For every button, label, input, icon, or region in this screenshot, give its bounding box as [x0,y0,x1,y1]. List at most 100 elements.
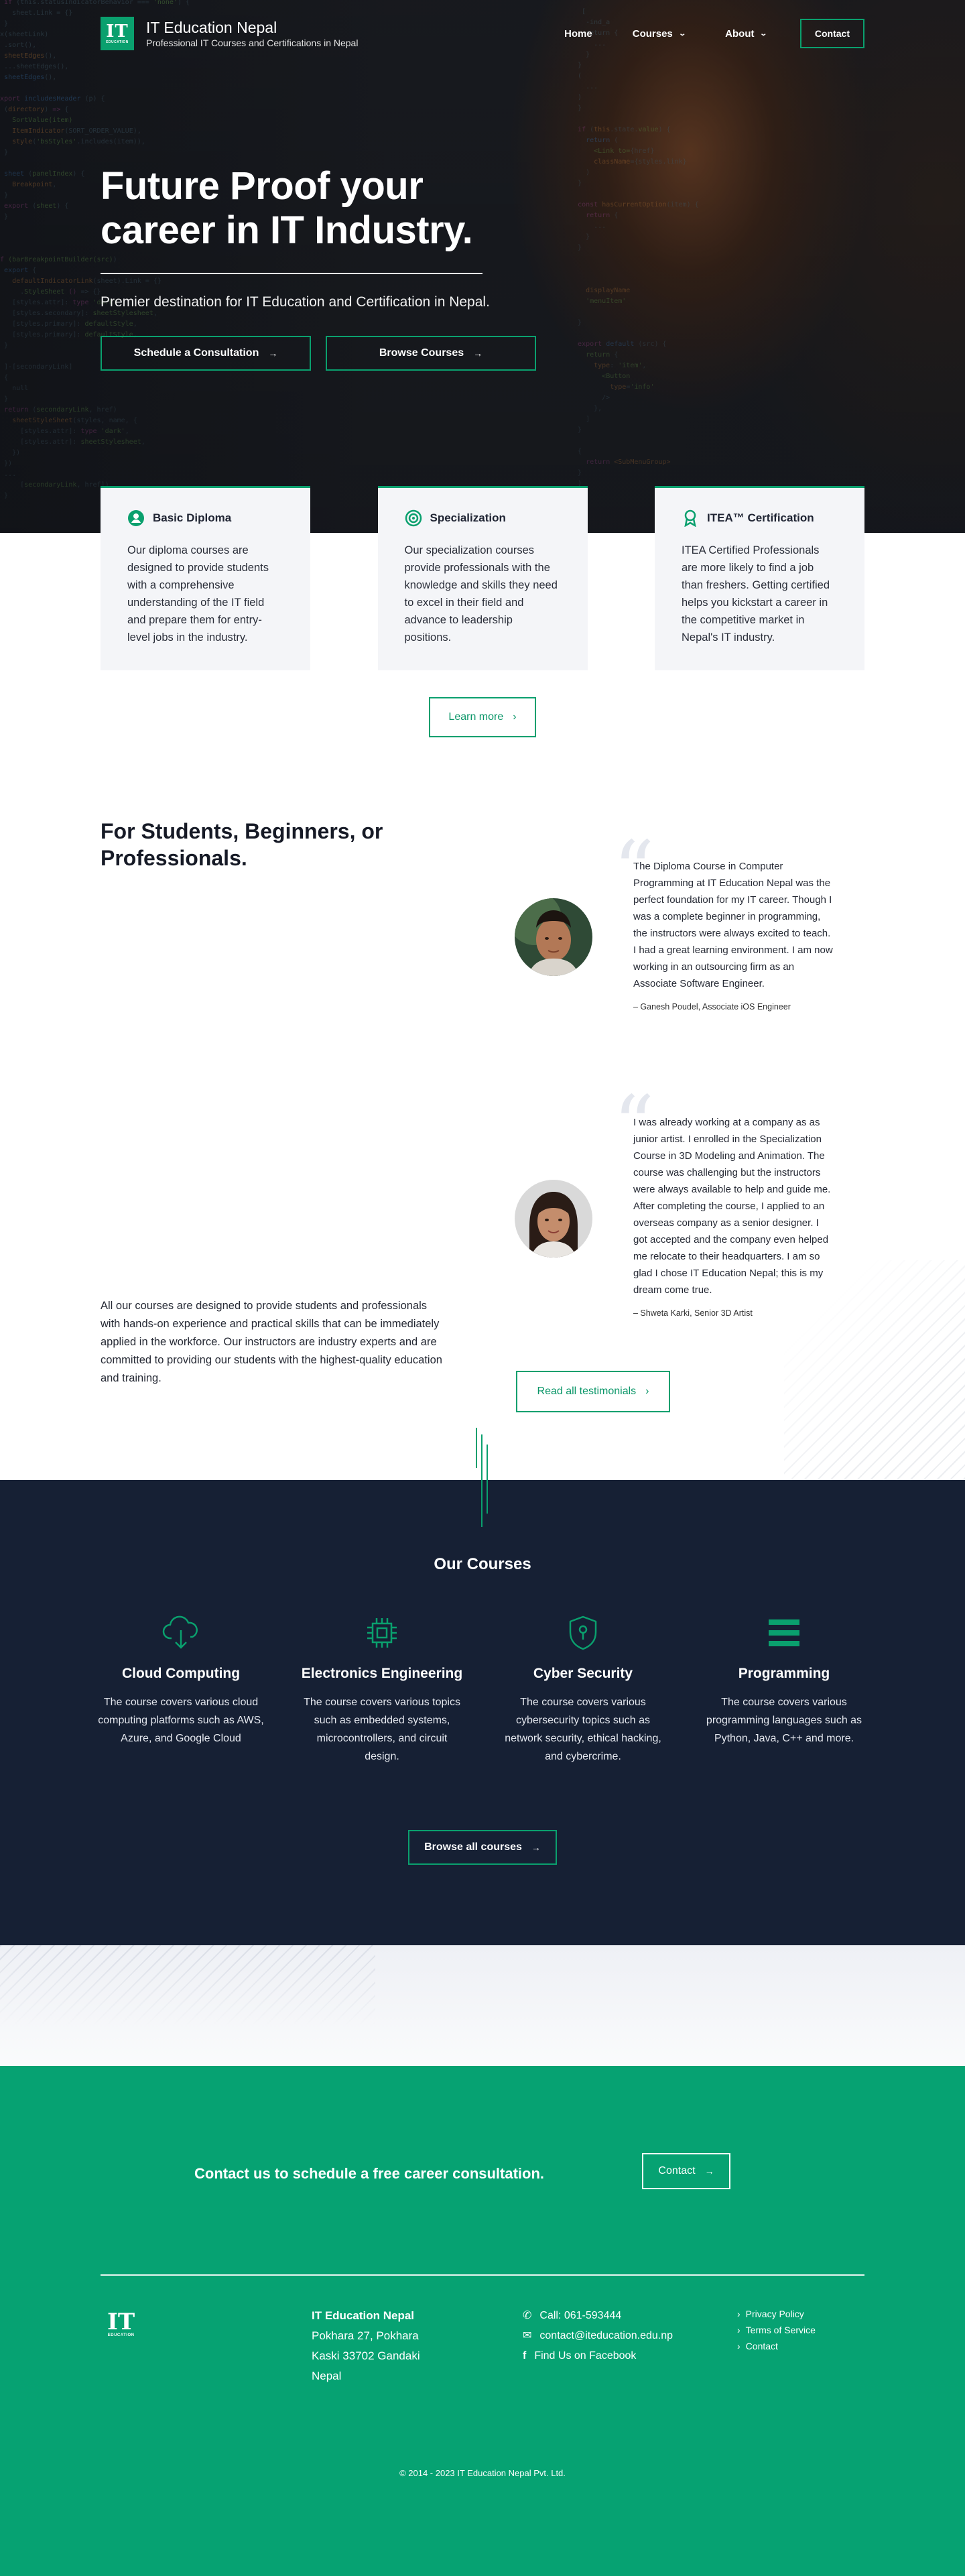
footer: Contact us to schedule a free career con… [0,2066,965,2576]
course-name: Cloud Computing [121,1666,241,1681]
testimonial-author: – Ganesh Poudel, Associate iOS Engineer [633,1002,791,1011]
arrow-right-icon: → [473,348,483,359]
footer-link-contact[interactable]: › Contact [737,2338,816,2354]
testimonial-text: The Diploma Course in Computer Programmi… [633,861,833,989]
course-name: Cyber Security [533,1666,633,1681]
feature-text: Our specialization courses provide profe… [404,544,558,643]
target-icon [405,509,422,527]
course-cloud-computing[interactable]: Cloud Computing The course covers variou… [97,1614,265,1747]
nav-about-label: About [725,27,755,40]
arrow-right-icon: → [704,2166,714,2176]
course-name: Electronics Engineering [301,1666,463,1681]
course-description: The course covers various programming la… [706,1697,862,1744]
decorative-line [487,1480,488,1514]
browse-courses-label: Browse Courses [379,347,464,359]
brand: IT Education Nepal Professional IT Cours… [146,19,358,48]
course-name: Programming [738,1666,830,1681]
chevron-down-icon: ⌄ [759,29,768,38]
footer-phone[interactable]: ✆ Call: 061-593444 [523,2306,673,2326]
footer-contact-button[interactable]: Contact → [642,2153,730,2189]
footer-link-terms[interactable]: › Terms of Service [737,2322,816,2338]
course-electronics-engineering[interactable]: Electronics Engineering The course cover… [298,1614,466,1766]
logo-sub: EDUCATION [106,40,129,44]
arrow-right-icon: → [268,348,278,359]
learn-more-button[interactable]: Learn more › [429,697,536,737]
chevron-right-icon: › [737,2325,741,2335]
cloud-download-icon [97,1614,265,1652]
testimonial-1: The Diploma Course in Computer Programmi… [633,858,834,1016]
link-label: Terms of Service [745,2325,816,2335]
browse-courses-button[interactable]: Browse Courses → [326,336,536,371]
user-circle-icon [127,509,145,527]
avatar-shweta [515,1180,592,1258]
footer-logo-sub: EDUCATION [107,2333,135,2337]
menu-bars-icon [700,1614,868,1652]
footer-link-privacy[interactable]: › Privacy Policy [737,2306,816,2322]
footer-logo[interactable]: IT EDUCATION [107,2311,135,2337]
mail-icon: ✉ [523,2330,532,2341]
footer-cta-text: Contact us to schedule a free career con… [194,2165,545,2182]
chevron-right-icon: › [645,1386,649,1397]
facebook-text: Find Us on Facebook [534,2350,637,2362]
decorative-band [0,1945,965,2066]
browse-all-label: Browse all courses [424,1841,522,1853]
footer-links: › Privacy Policy › Terms of Service › Conta… [737,2306,816,2354]
read-all-label: Read all testimonials [537,1386,637,1397]
chevron-right-icon: › [737,2341,741,2351]
chevron-right-icon: › [513,711,517,723]
brand-name[interactable]: IT Education Nepal [146,19,358,36]
phone-text: Call: 061-593444 [539,2310,622,2321]
phone-icon: ✆ [523,2310,532,2321]
courses-section: Our Courses Cloud Computing The course c… [0,1480,965,1945]
hero-section: if (this.statusIndicatorBehavior === 'no… [0,0,965,533]
footer-divider [101,2274,864,2276]
courses-about-text: All our courses are designed to provide … [101,1300,442,1384]
footer-contact-label: Contact [658,2165,696,2176]
read-all-testimonials-button[interactable]: Read all testimonials › [516,1371,670,1412]
nav-courses[interactable]: Courses ⌄ [632,27,686,40]
feature-card-basic-diploma: Basic Diploma Our diploma courses are de… [101,486,310,670]
course-programming[interactable]: Programming The course covers various pr… [700,1614,868,1747]
award-icon [682,509,699,527]
site-logo[interactable]: IT EDUCATION [101,17,134,50]
avatar-ganesh [515,898,592,976]
testimonials-heading: For Students, Beginners, or Professional… [101,819,383,870]
hero-content: Future Proof your career in IT Industry.… [101,164,536,371]
nav-about[interactable]: About ⌄ [725,28,767,40]
feature-title: Specialization [430,511,506,524]
shield-lock-icon [499,1614,667,1652]
feature-text: Our diploma courses are designed to prov… [127,544,269,643]
link-label: Privacy Policy [745,2309,804,2319]
hero-title: Future Proof your career in IT Industry. [101,164,473,252]
top-navigation: IT EDUCATION IT Education Nepal Professi… [101,15,864,52]
link-label: Contact [745,2341,778,2351]
nav-contact-button[interactable]: Contact [799,19,864,48]
address-line: Pokhara 27, Pokhara [312,2329,419,2342]
footer-email[interactable]: ✉ contact@iteducation.edu.np [523,2326,673,2346]
feature-card-specialization: Specialization Our specialization course… [377,486,588,670]
schedule-consultation-label: Schedule a Consultation [133,347,259,359]
footer-address: IT Education Nepal Pokhara 27, Pokhara K… [312,2306,420,2386]
nav-home-label: Home [564,27,592,40]
hero-subtitle: Premier destination for IT Education and… [101,294,490,310]
facebook-icon: f [523,2350,527,2362]
schedule-consultation-button[interactable]: Schedule a Consultation → [101,336,311,371]
footer-contact: ✆ Call: 061-593444 ✉ contact@iteducation.e… [523,2306,673,2366]
course-description: The course covers various topics such as… [304,1697,460,1762]
decorative-line [476,1428,477,1468]
arrow-right-icon: → [531,1842,541,1853]
footer-facebook[interactable]: f Find Us on Facebook [523,2346,673,2366]
learn-more-label: Learn more [448,711,504,723]
decorative-stripes [784,1260,965,1481]
browse-all-courses-button[interactable]: Browse all courses → [408,1830,557,1865]
course-cyber-security[interactable]: Cyber Security The course covers various… [499,1614,667,1766]
feature-cards: Basic Diploma Our diploma courses are de… [101,486,864,670]
feature-text: ITEA Certified Professionals are more li… [682,544,830,643]
feature-title: Basic Diploma [153,511,232,524]
nav-home[interactable]: Home [564,28,592,40]
nav-courses-label: Courses [632,27,673,40]
logo-mark: IT [106,21,129,42]
chevron-right-icon: › [737,2309,741,2319]
hero-divider [101,273,482,274]
course-description: The course covers various cybersecurity … [505,1697,661,1762]
